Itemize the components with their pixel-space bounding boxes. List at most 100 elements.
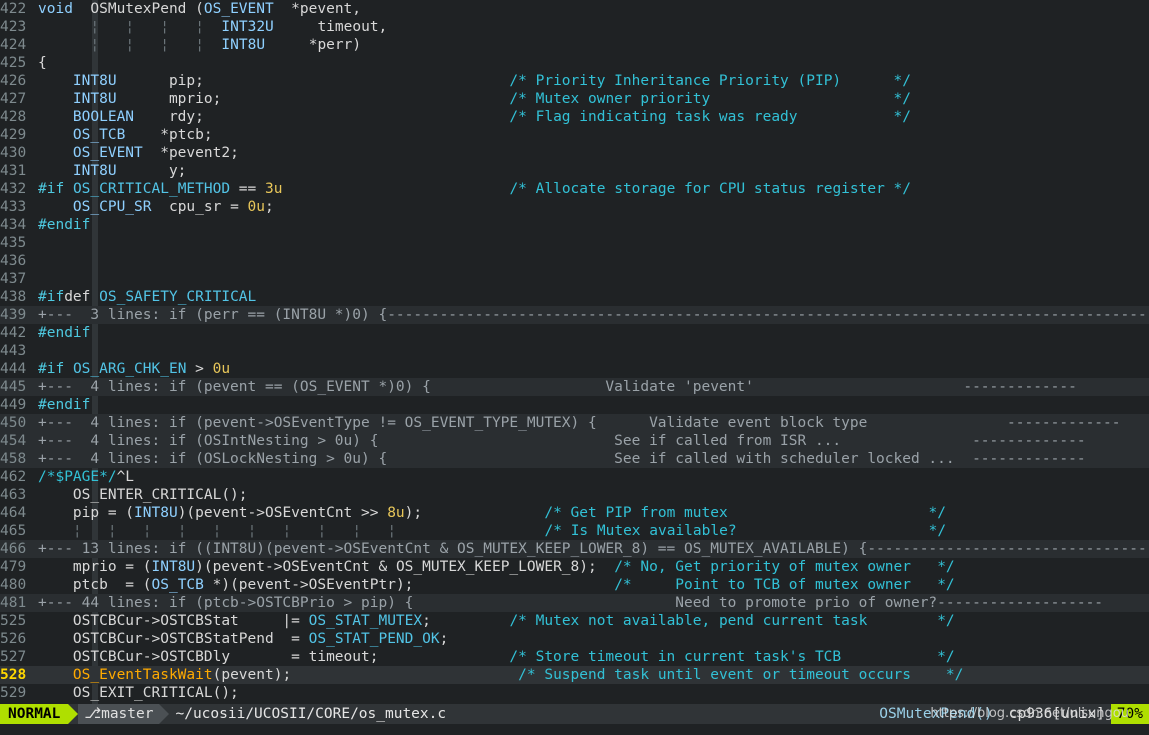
line-number: 464 (0, 505, 27, 521)
line-text: +--- 4 lines: if (OSIntNesting > 0u) { S… (38, 433, 1086, 449)
code-line: 431 INT8U y; (0, 162, 1149, 180)
line-number: 439 (0, 307, 27, 323)
line-number: 431 (0, 163, 27, 179)
line-number: 449 (0, 397, 27, 413)
line-text: OS_EXIT_CRITICAL(); (38, 685, 239, 701)
code-line: 428 BOOLEAN rdy; /* Flag indicating task… (0, 108, 1149, 126)
code-line: 464 pip = (INT8U)(pevent->OSEventCnt >> … (0, 504, 1149, 522)
line-text: OS_EVENT *pevent2; (72, 145, 239, 161)
code-line: 442 #endif (0, 324, 1149, 342)
line-number: 443 (0, 343, 27, 359)
code-line: 427 INT8U mprio; /* Mutex owner priority… (0, 90, 1149, 108)
code-line: 434 #endif (0, 216, 1149, 234)
line-text: ptcb = (OS_TCB *)(pevent->OSEventPtr); /… (38, 577, 955, 593)
line-number: 481 (0, 595, 27, 611)
code-line: 463 OS_ENTER_CRITICAL(); (0, 486, 1149, 504)
code-line: 437 (0, 270, 1149, 288)
line-text: INT8U pip; /* Priority Inheritance Prior… (72, 73, 911, 89)
line-text: INT8U y; (72, 163, 187, 179)
line-number: 427 (0, 91, 27, 107)
code-line: 462 /*$PAGE*/^L (0, 468, 1149, 486)
line-number: 436 (0, 253, 27, 269)
command-line[interactable] (0, 724, 1149, 735)
line-number: 435 (0, 235, 27, 251)
line-number: 438 (0, 289, 27, 305)
line-text: +--- 44 lines: if (ptcb->OSTCBPrio > pip… (38, 595, 1104, 611)
line-text: #if OS_ARG_CHK_EN > 0u (38, 361, 231, 377)
line-text: mprio = (INT8U)(pevent->OSEventCnt & OS_… (38, 559, 955, 575)
code-line: 424 ¦ ¦ ¦ ¦ INT8U *perr) (0, 36, 1149, 54)
line-number: 423 (0, 19, 27, 35)
code-line: 430 OS_EVENT *pevent2; (0, 144, 1149, 162)
code-editor[interactable]: 422 void OSMutexPend (OS_EVENT *pevent, 42… (0, 0, 1149, 704)
line-number: 526 (0, 631, 27, 647)
code-line: 525 OSTCBCur->OSTCBStat |= OS_STAT_MUTEX… (0, 612, 1149, 630)
line-text: OS_CPU_SR cpu_sr = 0u; (72, 199, 274, 215)
line-text: INT8U mprio; /* Mutex owner priority */ (72, 91, 911, 107)
line-number: 462 (0, 469, 27, 485)
line-number: 479 (0, 559, 27, 575)
code-line: 426 INT8U pip; /* Priority Inheritance P… (0, 72, 1149, 90)
line-number: 527 (0, 649, 27, 665)
line-number: 458 (0, 451, 27, 467)
mode-separator (68, 704, 79, 724)
fold-line[interactable]: 439 +--- 3 lines: if (perr == (INT8U *)0)… (0, 306, 1149, 324)
line-number: 434 (0, 217, 27, 233)
line-number: 437 (0, 271, 27, 287)
line-number: 422 (0, 1, 27, 17)
code-line: 422 void OSMutexPend (OS_EVENT *pevent, (0, 0, 1149, 18)
line-text: #endif (38, 217, 91, 233)
line-text: OSTCBCur->OSTCBDly = timeout; /* Store t… (38, 649, 955, 665)
line-number: 525 (0, 613, 27, 629)
code-line: 443 (0, 342, 1149, 360)
line-text: OSTCBCur->OSTCBStatPend = OS_STAT_PEND_O… (38, 631, 449, 647)
line-text: ¦ ¦ ¦ ¦ INT32U timeout, (90, 19, 388, 35)
line-number: 528 (0, 667, 27, 683)
code-line: 479 mprio = (INT8U)(pevent->OSEventCnt &… (0, 558, 1149, 576)
line-number: 466 (0, 541, 27, 557)
line-number: 429 (0, 127, 27, 143)
code-line: 438 #ifdef OS_SAFETY_CRITICAL (0, 288, 1149, 306)
fold-line[interactable]: 458 +--- 4 lines: if (OSLockNesting > 0u)… (0, 450, 1149, 468)
line-number: 529 (0, 685, 27, 701)
line-text: pip = (INT8U)(pevent->OSEventCnt >> 8u);… (38, 505, 946, 521)
fold-line[interactable]: 466 +--- 13 lines: if ((INT8U)(pevent->OS… (0, 540, 1149, 558)
line-number: 465 (0, 523, 27, 539)
code-line: 529 OS_EXIT_CRITICAL(); (0, 684, 1149, 702)
code-line: 433 OS_CPU_SR cpu_sr = 0u; (0, 198, 1149, 216)
fold-line[interactable]: 450 +--- 4 lines: if (pevent->OSEventType… (0, 414, 1149, 432)
line-number: 426 (0, 73, 27, 89)
line-text: ¦ ¦ ¦ ¦ ¦ ¦ ¦ ¦ ¦ ¦ /* Is Mutex availabl… (72, 523, 947, 539)
file-path: ~/ucosii/UCOSII/CORE/os_mutex.c (175, 706, 447, 722)
code-lines: 422 void OSMutexPend (OS_EVENT *pevent, 42… (0, 0, 1149, 702)
line-number: 450 (0, 415, 27, 431)
line-number: 445 (0, 379, 27, 395)
code-line: 527 OSTCBCur->OSTCBDly = timeout; /* Sto… (0, 648, 1149, 666)
current-line: 528 OS_EventTaskWait(pevent); /* Suspend… (0, 666, 1149, 684)
line-number: 425 (0, 55, 27, 71)
line-text: /*$PAGE*/^L (38, 469, 135, 485)
git-branch: ⎇master (78, 704, 160, 724)
line-number: 442 (0, 325, 27, 341)
line-number: 444 (0, 361, 27, 377)
line-text: +--- 4 lines: if (pevent->OSEventType !=… (38, 415, 1121, 431)
branch-separator (159, 704, 170, 724)
line-text: #if OS_CRITICAL_METHOD == 3u /* Allocate… (38, 181, 912, 197)
line-number: 480 (0, 577, 27, 593)
fold-line[interactable]: 454 +--- 4 lines: if (OSIntNesting > 0u) … (0, 432, 1149, 450)
fold-line[interactable]: 481 +--- 44 lines: if (ptcb->OSTCBPrio > … (0, 594, 1149, 612)
line-number: 424 (0, 37, 27, 53)
line-text: void OSMutexPend (OS_EVENT *pevent, (38, 1, 362, 17)
line-text: ¦ ¦ ¦ ¦ INT8U *perr) (90, 37, 362, 53)
line-number: 428 (0, 109, 27, 125)
line-number: 463 (0, 487, 27, 503)
line-text: #endif (38, 325, 91, 341)
line-text: OS_EventTaskWait(pevent); /* Suspend tas… (72, 667, 964, 683)
line-text: +--- 4 lines: if (OSLockNesting > 0u) { … (38, 451, 1086, 467)
fold-line[interactable]: 445 +--- 4 lines: if (pevent == (OS_EVENT… (0, 378, 1149, 396)
line-text: #ifdef OS_SAFETY_CRITICAL (38, 289, 257, 305)
line-number: 432 (0, 181, 27, 197)
line-text: +--- 13 lines: if ((INT8U)(pevent->OSEve… (38, 541, 1149, 557)
code-line: 526 OSTCBCur->OSTCBStatPend = OS_STAT_PE… (0, 630, 1149, 648)
code-line: 432 #if OS_CRITICAL_METHOD == 3u /* Alloc… (0, 180, 1149, 198)
